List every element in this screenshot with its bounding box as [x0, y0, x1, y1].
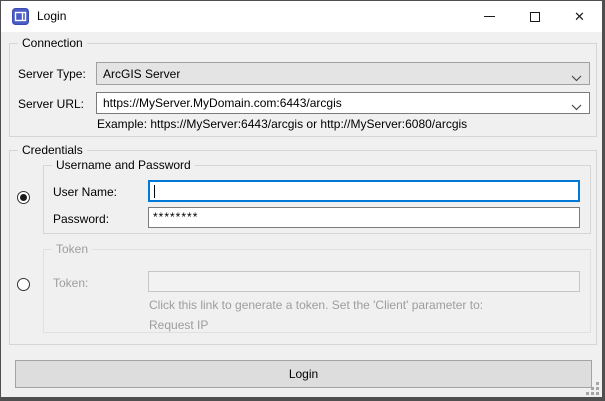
- minimize-button[interactable]: [467, 1, 512, 32]
- token-legend: Token: [52, 242, 92, 257]
- chevron-down-icon: [571, 71, 582, 85]
- username-password-radio[interactable]: [17, 191, 30, 204]
- token-label: Token:: [53, 276, 88, 290]
- server-type-combobox[interactable]: ArcGIS Server: [96, 62, 590, 85]
- token-radio[interactable]: [17, 278, 30, 291]
- username-password-legend: Username and Password: [52, 158, 195, 173]
- login-button-label: Login: [289, 367, 318, 381]
- password-masked-value: ********: [153, 210, 198, 224]
- server-url-combobox[interactable]: https://MyServer.MyDomain.com:6443/arcgi…: [96, 92, 590, 114]
- token-input: [148, 271, 580, 292]
- maximize-icon: [530, 12, 540, 22]
- username-label: User Name:: [53, 185, 117, 199]
- close-icon: ✕: [574, 9, 585, 25]
- username-input[interactable]: [148, 180, 580, 202]
- text-caret: [154, 185, 155, 198]
- token-client-value: Request IP: [149, 318, 208, 332]
- server-url-label: Server URL:: [18, 97, 84, 111]
- window-title: Login: [37, 9, 66, 23]
- chevron-down-icon: [571, 100, 582, 114]
- titlebar[interactable]: Login ✕: [1, 1, 602, 32]
- token-hint-text: Click this link to generate a token. Set…: [149, 298, 483, 312]
- server-type-value: ArcGIS Server: [103, 67, 180, 81]
- app-window-icon: [12, 8, 29, 25]
- password-label: Password:: [53, 212, 109, 226]
- server-url-value: https://MyServer.MyDomain.com:6443/arcgi…: [103, 96, 342, 110]
- credentials-legend: Credentials: [18, 143, 87, 158]
- connection-legend: Connection: [18, 36, 87, 51]
- close-button[interactable]: ✕: [557, 1, 602, 32]
- server-url-example: Example: https://MyServer:6443/arcgis or…: [97, 117, 467, 131]
- password-input[interactable]: ********: [148, 207, 580, 228]
- screen: Login ✕ Connection Server Type: ArcGIS S…: [0, 0, 605, 401]
- server-type-label: Server Type:: [18, 67, 86, 81]
- login-dialog: Login ✕ Connection Server Type: ArcGIS S…: [1, 1, 602, 397]
- minimize-icon: [484, 16, 495, 17]
- maximize-button[interactable]: [512, 1, 557, 32]
- login-button[interactable]: Login: [15, 360, 592, 388]
- resize-grip-icon[interactable]: [585, 381, 599, 395]
